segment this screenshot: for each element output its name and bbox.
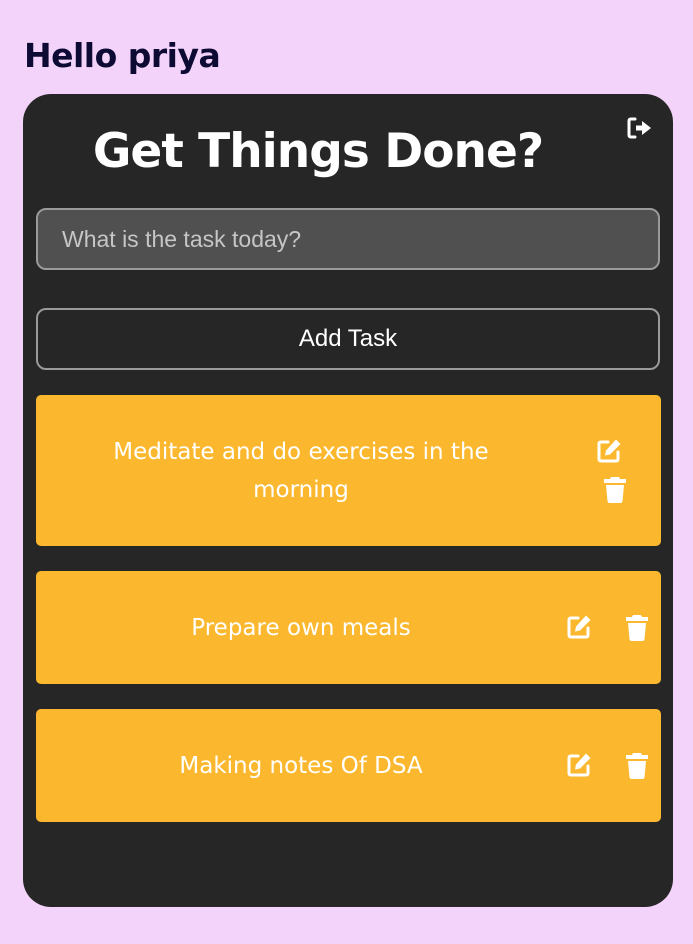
logout-icon [627,117,651,139]
app-title: Get Things Done? [92,124,544,179]
edit-task-button[interactable] [564,612,594,642]
delete-task-button[interactable] [622,750,652,780]
task-input[interactable] [36,208,660,270]
todo-card: Get Things Done? Add Task Meditate and d… [23,94,673,907]
edit-icon [597,439,621,463]
edit-task-button[interactable] [594,436,624,466]
task-item: Meditate and do exercises in the morning [36,395,661,546]
task-text: Meditate and do exercises in the morning [113,438,489,503]
logout-button[interactable] [624,114,654,142]
task-text: Making notes Of DSA [179,752,423,779]
greeting-heading: Hello priya [24,36,221,75]
task-item: Making notes Of DSA [36,709,661,822]
add-task-button[interactable]: Add Task [36,308,660,370]
delete-task-button[interactable] [600,474,630,504]
trash-icon [626,753,648,779]
delete-task-button[interactable] [622,612,652,642]
task-text: Prepare own meals [191,614,411,641]
trash-icon [626,615,648,641]
edit-icon [567,615,591,639]
task-item: Prepare own meals [36,571,661,684]
edit-task-button[interactable] [564,750,594,780]
edit-icon [567,753,591,777]
trash-icon [604,477,626,503]
